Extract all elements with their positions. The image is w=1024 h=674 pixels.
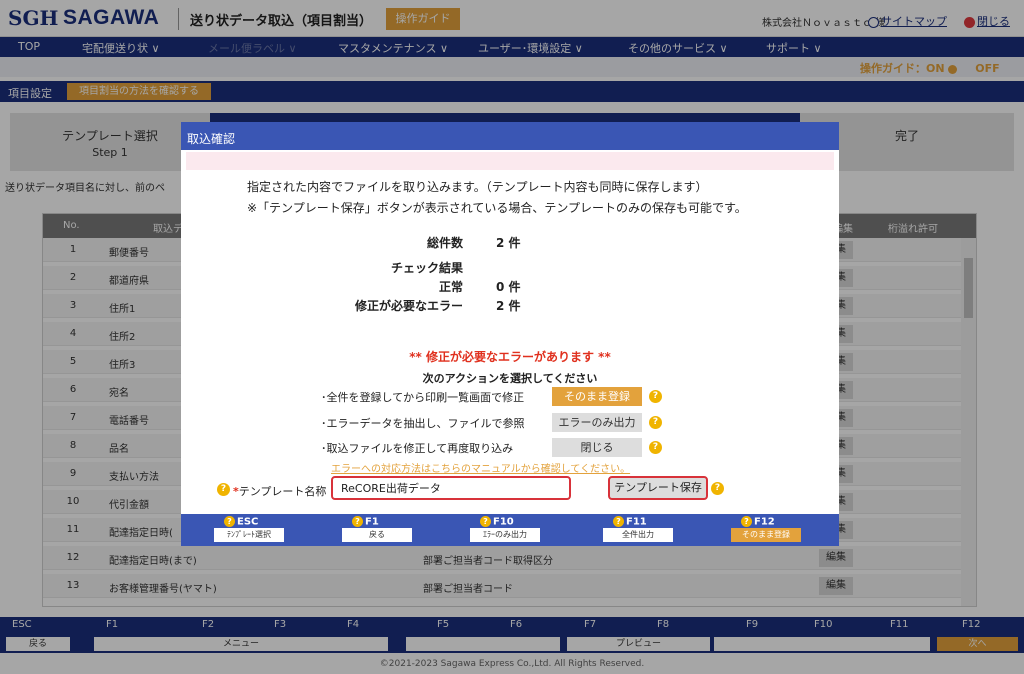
help-icon: ? [480, 516, 491, 527]
dialog-fkey-name: ESC [237, 516, 259, 528]
dialog-fkey-f12-button[interactable]: そのまま登録 [731, 528, 801, 542]
help-icon: ? [613, 516, 624, 527]
check-result-label: チェック結果 [390, 261, 463, 275]
action-2-label: ･エラーデータを抽出し、ファイルで参照 [321, 417, 525, 430]
dialog-fkey-name: F10 [493, 516, 514, 528]
action-1-label: ･全件を登録してから印刷一覧画面で修正 [321, 391, 525, 404]
dialog-title: 取込確認 [181, 122, 839, 150]
template-name-text: テンプレート名称 [238, 485, 327, 498]
dialog-line-2: ※「テンプレート保存」ボタンが表示されている場合、テンプレートのみの保存も可能で… [247, 201, 747, 215]
dialog-fkey-f10-button[interactable]: ｴﾗｰのみ出力 [470, 528, 540, 542]
error-heading: ** 修正が必要なエラーがあります ** [409, 350, 611, 364]
error-count-value: 2 件 [496, 299, 521, 313]
dialog-line-1: 指定された内容でファイルを取り込みます。（テンプレート内容も同時に保存します） [247, 180, 708, 194]
import-confirm-dialog: 取込確認 指定された内容でファイルを取り込みます。（テンプレート内容も同時に保存… [181, 122, 839, 546]
dialog-message-area [186, 152, 834, 170]
dialog-function-keys: ? ESC ﾃﾝﾌﾟﾚｰﾄ選択? F1 戻る? F10 ｴﾗｰのみ出力? F11 全件出力? F1… [181, 514, 839, 546]
dialog-fkey-f1-button[interactable]: 戻る [342, 528, 412, 542]
dialog-fkey-f1-label: ? F1 [352, 516, 379, 528]
dialog-fkey-f11-button[interactable]: 全件出力 [603, 528, 673, 542]
dialog-fkey-name: F11 [626, 516, 647, 528]
close-dialog-button[interactable]: 閉じる [552, 438, 642, 457]
error-only-output-button[interactable]: エラーのみ出力 [552, 413, 642, 432]
dialog-fkey-esc-label: ? ESC [224, 516, 258, 528]
normal-count-value: 0 件 [496, 280, 521, 294]
total-count-label: 総件数 [426, 236, 463, 250]
dialog-fkey-f12-label: ? F12 [741, 516, 775, 528]
template-name-input[interactable] [331, 476, 571, 500]
help-icon[interactable]: ? [649, 416, 662, 429]
total-count-value: 2 件 [496, 236, 521, 250]
template-name-label: *テンプレート名称 [233, 483, 326, 499]
template-save-button[interactable]: テンプレート保存 [608, 476, 708, 500]
help-icon: ? [352, 516, 363, 527]
action-3-label: ･取込ファイルを修正して再度取り込み [321, 442, 514, 455]
help-icon[interactable]: ? [711, 482, 724, 495]
action-heading: 次のアクションを選択してください [422, 372, 598, 385]
help-icon: ? [741, 516, 752, 527]
help-icon[interactable]: ? [649, 390, 662, 403]
dialog-fkey-esc-button[interactable]: ﾃﾝﾌﾟﾚｰﾄ選択 [214, 528, 284, 542]
error-count-label: 修正が必要なエラー [354, 299, 463, 313]
normal-count-label: 正常 [438, 280, 463, 294]
register-as-is-button[interactable]: そのまま登録 [552, 387, 642, 406]
dialog-fkey-name: F12 [754, 516, 775, 528]
dialog-fkey-name: F1 [365, 516, 379, 528]
dialog-fkey-f10-label: ? F10 [480, 516, 514, 528]
help-icon: ? [224, 516, 235, 527]
manual-link[interactable]: エラーへの対応方法はこちらのマニュアルから確認してください。 [331, 460, 630, 475]
help-icon[interactable]: ? [649, 441, 662, 454]
dialog-fkey-f11-label: ? F11 [613, 516, 647, 528]
help-icon[interactable]: ? [217, 483, 230, 496]
